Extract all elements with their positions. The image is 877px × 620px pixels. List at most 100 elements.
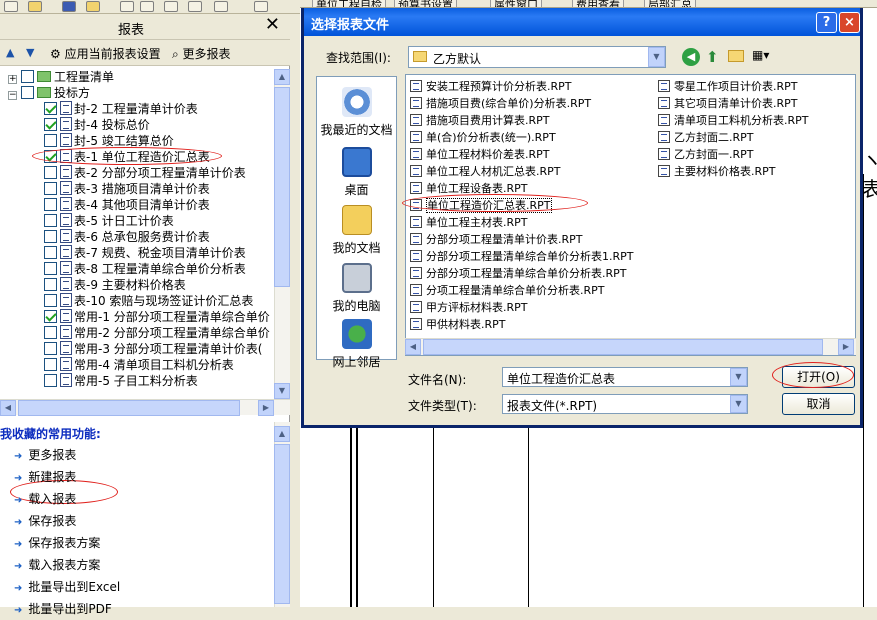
checkbox[interactable] (44, 134, 57, 147)
file-item[interactable]: 分部分项工程量清单计价表.RPT (410, 232, 583, 248)
checkbox[interactable] (21, 70, 34, 83)
file-item[interactable]: 清单项目工料机分析表.RPT (658, 113, 809, 129)
scroll-left-icon[interactable]: ◀ (405, 339, 421, 355)
chevron-down-icon[interactable]: ▼ (730, 368, 747, 386)
file-item[interactable]: 分部分项工程量清单综合单价分析表1.RPT (410, 249, 634, 265)
file-item[interactable]: 甲方评标材料表.RPT (410, 300, 528, 316)
back-icon[interactable]: ◀ (682, 48, 700, 66)
save-icon[interactable] (62, 1, 76, 12)
checkbox[interactable] (44, 182, 57, 195)
file-item[interactable]: 单位工程主材表.RPT (410, 215, 528, 231)
tree-item[interactable]: 常用-3 分部分项工程量清单计价表( (44, 341, 262, 357)
hscroll-thumb[interactable] (423, 339, 823, 355)
up-folder-icon[interactable]: ⬆ (706, 48, 719, 66)
favorite-item[interactable]: ➜ 新建报表 (14, 468, 76, 486)
lookin-select[interactable]: 乙方默认 ▼ (408, 46, 666, 68)
tree-horizontal-scrollbar[interactable]: ◀ ▶ (0, 399, 290, 416)
checkbox[interactable] (44, 214, 57, 227)
filename-input[interactable]: 单位工程造价汇总表 ▼ (502, 367, 748, 387)
scroll-thumb[interactable] (274, 87, 290, 287)
tree-item[interactable]: 表-5 计日工计价表 (44, 213, 174, 229)
checkbox[interactable] (21, 86, 34, 99)
folder-icon[interactable] (86, 1, 100, 12)
place-recent[interactable]: 我最近的文档 (317, 87, 396, 138)
tree-item[interactable]: + 工程量清单 (8, 69, 114, 85)
file-item[interactable]: 措施项目费用计算表.RPT (410, 113, 550, 129)
redo-icon[interactable] (254, 1, 268, 12)
tree-vertical-scrollbar[interactable]: ▲ ▼ (274, 69, 290, 399)
checkbox[interactable] (44, 310, 57, 323)
favorite-item[interactable]: ➜ 批量导出到Excel (14, 578, 120, 596)
file-item[interactable]: 乙方封面一.RPT (658, 147, 754, 163)
checkbox[interactable] (44, 262, 57, 275)
tree-item[interactable]: 常用-2 分部分项工程量清单综合单价 (44, 325, 270, 341)
tree-item[interactable]: 表-3 措施项目清单计价表 (44, 181, 210, 197)
checkbox[interactable] (44, 326, 57, 339)
scroll-up-icon[interactable]: ▲ (274, 69, 290, 85)
favorite-item[interactable]: ➜ 保存报表方案 (14, 534, 100, 552)
tree-item[interactable]: 表-4 其他项目清单计价表 (44, 197, 210, 213)
checkbox[interactable] (44, 198, 57, 211)
expander-icon[interactable]: − (8, 91, 17, 100)
filetype-select[interactable]: 报表文件(*.RPT) ▼ (502, 394, 748, 414)
file-item[interactable]: 乙方封面二.RPT (658, 130, 754, 146)
chevron-down-icon[interactable]: ▼ (730, 395, 747, 413)
checkbox[interactable] (44, 246, 57, 259)
file-item[interactable]: 分部分项工程量清单综合单价分析表.RPT (410, 266, 627, 282)
scroll-right-icon[interactable]: ▶ (258, 400, 274, 416)
place-my-documents[interactable]: 我的文档 (317, 205, 396, 256)
favorite-item[interactable]: ➜ 载入报表方案 (14, 556, 100, 574)
tree-item[interactable]: 封-4 投标总价 (44, 117, 150, 133)
favorite-item[interactable]: ➜ 保存报表 (14, 512, 76, 530)
file-item[interactable]: 其它项目清单计价表.RPT (658, 96, 798, 112)
file-item[interactable]: 措施项目费(综合单价)分析表.RPT (410, 96, 591, 112)
favorites-scrollbar[interactable]: ▲ (274, 422, 290, 607)
scroll-right-icon[interactable]: ▶ (838, 339, 854, 355)
more-reports-button[interactable]: ⌕ 更多报表 (172, 45, 231, 62)
cancel-button[interactable]: 取消 (782, 393, 855, 415)
favorite-item[interactable]: ➜ 更多报表 (14, 446, 76, 464)
checkbox[interactable] (44, 374, 57, 387)
new-folder-icon[interactable] (728, 50, 744, 62)
close-icon[interactable]: ✕ (265, 15, 280, 35)
tree-item[interactable]: 常用-5 子目工料分析表 (44, 373, 198, 389)
file-item[interactable]: 主要材料价格表.RPT (658, 164, 776, 180)
file-item[interactable]: 安装工程预算计价分析表.RPT (410, 79, 572, 95)
tree-item[interactable]: 封-2 工程量清单计价表 (44, 101, 198, 117)
file-item[interactable]: 单位工程人材机汇总表.RPT (410, 164, 561, 180)
tab-properties[interactable]: 属性窗口 (490, 0, 542, 7)
checkbox[interactable] (44, 342, 57, 355)
tree-item[interactable]: 表-9 主要材料价格表 (44, 277, 186, 293)
tree-item[interactable]: 表-8 工程量清单综合单价分析表 (44, 261, 246, 277)
tab-budget-settings[interactable]: 预算书设置 (394, 0, 457, 7)
checkbox[interactable] (44, 230, 57, 243)
favorite-item[interactable]: ➜ 载入报表 (14, 490, 76, 508)
checkbox[interactable] (44, 102, 57, 115)
cut-icon[interactable] (120, 1, 134, 12)
scroll-down-icon[interactable]: ▼ (274, 383, 290, 399)
checkbox[interactable] (44, 166, 57, 179)
place-my-computer[interactable]: 我的电脑 (317, 263, 396, 314)
scroll-left-icon[interactable]: ◀ (0, 400, 16, 416)
file-item[interactable]: 零星工作项目计价表.RPT (658, 79, 798, 95)
move-down-icon[interactable]: ▼ (26, 46, 34, 59)
scroll-thumb[interactable] (274, 444, 290, 604)
tab-self-check[interactable]: 单位工程自检 (312, 0, 386, 7)
tree-item[interactable]: 表-6 总承包服务费计价表 (44, 229, 210, 245)
favorite-item[interactable]: ➜ 批量导出到PDF (14, 600, 112, 618)
undo-icon[interactable] (214, 1, 228, 12)
file-item[interactable]: 分项工程量清单综合单价分析表.RPT (410, 283, 605, 299)
tab-cost-view[interactable]: 费用查看 (572, 0, 624, 7)
checkbox[interactable] (44, 278, 57, 291)
tree-item[interactable]: 表-2 分部分项工程量清单计价表 (44, 165, 246, 181)
tree-item[interactable]: 常用-4 清单项目工料机分析表 (44, 357, 234, 373)
tree-item[interactable]: 表-7 规费、税金项目清单计价表 (44, 245, 246, 261)
move-up-icon[interactable]: ▲ (6, 46, 14, 59)
chevron-down-icon[interactable]: ▼ (648, 47, 665, 67)
copy-icon[interactable] (140, 1, 154, 12)
apply-settings-button[interactable]: ⚙ 应用当前报表设置 (50, 45, 161, 62)
file-item[interactable]: 单(合)价分析表(统一).RPT (410, 130, 556, 146)
checkbox[interactable] (44, 294, 57, 307)
checkbox[interactable] (44, 358, 57, 371)
view-menu-icon[interactable]: ▦▾ (752, 48, 769, 62)
